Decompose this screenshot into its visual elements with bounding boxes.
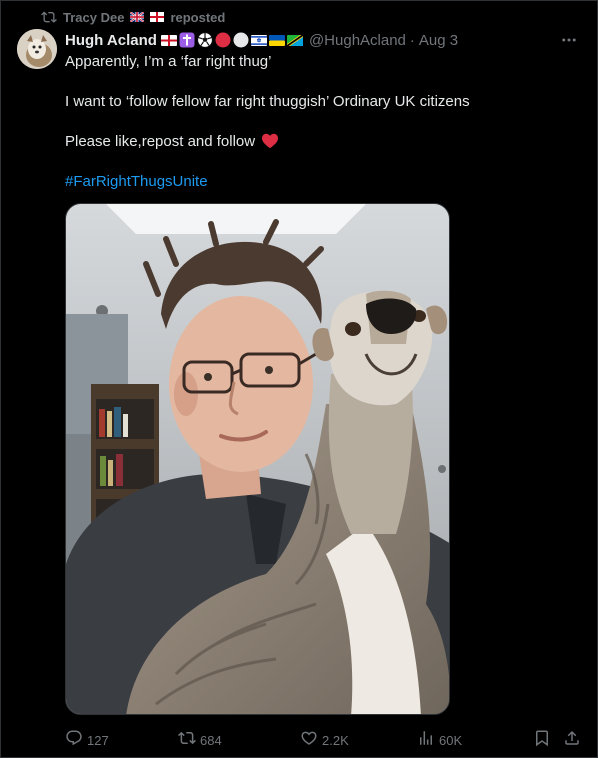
flag-england-icon <box>150 12 165 22</box>
reply-icon <box>66 730 82 746</box>
action-bar: 127 684 2.2K 60K <box>65 726 585 750</box>
like-button[interactable]: 2.2K <box>300 726 349 750</box>
post-text-line-1: Apparently, I’m a ‘far right thug’ <box>65 53 272 70</box>
author-name[interactable]: Hugh Acland <box>65 32 157 49</box>
hashtag-link[interactable]: #FarRightThugsUnite <box>65 172 581 192</box>
share-button[interactable] <box>563 726 581 750</box>
selfie-with-dog-image <box>66 204 449 714</box>
views-button[interactable]: 60K <box>417 726 462 750</box>
reply-count: 127 <box>87 732 109 748</box>
repost-icon <box>178 731 196 745</box>
more-icon <box>562 38 576 42</box>
bookmark-button[interactable] <box>533 726 551 750</box>
name-emojis <box>160 32 303 48</box>
more-options-button[interactable] <box>557 28 581 52</box>
flag-ukraine-icon <box>268 35 285 46</box>
repost-icon <box>41 11 57 23</box>
repost-count: 684 <box>200 732 222 748</box>
repost-user[interactable]: Tracy Dee <box>63 10 124 25</box>
avatar-image <box>17 29 57 69</box>
cross-icon <box>179 32 195 48</box>
views-icon <box>420 731 432 745</box>
share-icon <box>565 730 579 745</box>
reply-button[interactable]: 127 <box>65 726 109 750</box>
post-photo[interactable] <box>65 203 450 715</box>
separator-dot: · <box>409 31 415 49</box>
white-circle-icon <box>233 32 249 48</box>
post-text-line-3-label: Please like,repost and follow <box>65 133 256 150</box>
avatar[interactable] <box>17 29 57 69</box>
tweet-card[interactable]: Tracy Dee reposted Hugh Acland @HughAcla… <box>0 0 598 758</box>
post-text-line-2: I want to ‘follow fellow far right thugg… <box>65 93 470 110</box>
post-date[interactable]: Aug 3 <box>419 32 458 49</box>
repost-button[interactable]: 684 <box>178 726 222 750</box>
views-count: 60K <box>439 732 463 748</box>
red-heart-icon <box>262 133 279 149</box>
soccer-ball-icon <box>197 32 213 48</box>
flag-england-icon <box>160 35 177 46</box>
repost-context[interactable]: Tracy Dee reposted <box>41 9 225 25</box>
post-text-line-3: Please like,repost and follow <box>65 132 581 152</box>
flag-tanzania-icon <box>286 35 303 46</box>
flag-israel-icon <box>250 35 267 46</box>
like-count: 2.2K <box>322 732 349 748</box>
flag-uk-icon <box>130 12 145 22</box>
author-handle[interactable]: @HughAcland <box>309 32 406 49</box>
bookmark-icon <box>536 730 548 747</box>
repost-label: reposted <box>170 9 226 25</box>
red-circle-icon <box>215 32 231 48</box>
like-icon <box>301 731 317 745</box>
tweet-header: Hugh Acland @HughAcland · Aug 3 <box>65 30 581 50</box>
